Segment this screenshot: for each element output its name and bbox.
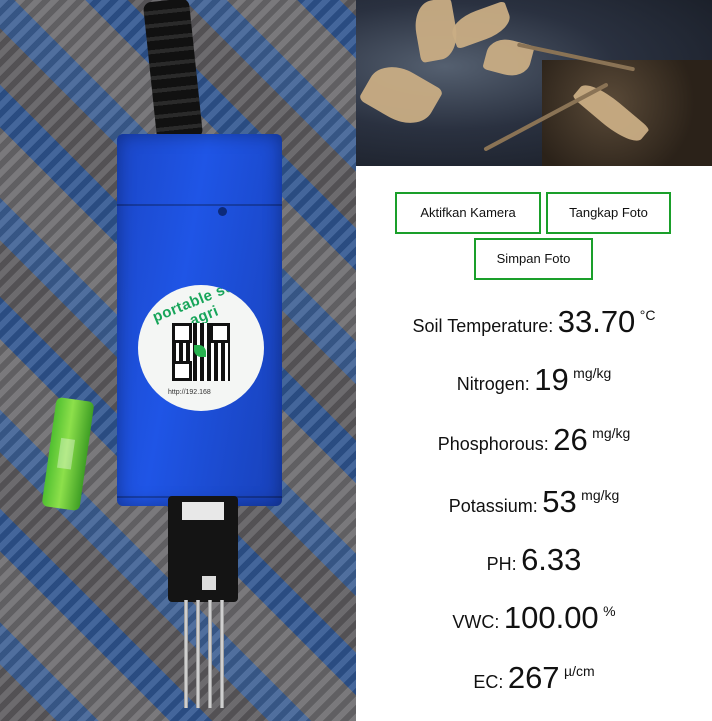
label-url: http://192.168 [168,389,211,396]
reading-nitrogen: Nitrogen: 19 mg/kg [356,362,712,398]
reading-unit: mg/kg [573,365,612,381]
reading-value: 6.33 [521,542,582,577]
reading-label: Phosphorous: [437,434,549,454]
qr-code [172,323,230,381]
reading-vwc: VWC: 100.00 % [356,600,712,636]
camera-preview [356,0,712,166]
reading-value: 26 [553,422,588,457]
device-label: portable soil agri http://192.168 [138,285,264,411]
capture-photo-button[interactable]: Tangkap Foto [546,192,671,234]
reading-label: PH: [486,554,517,574]
reading-value: 100.00 [503,600,599,635]
reading-unit: °C [639,307,656,323]
reading-value: 267 [507,660,560,695]
reading-unit: µ/cm [564,663,595,679]
reading-label: EC: [473,672,504,692]
battery [41,396,95,512]
sensor-cable [142,0,204,143]
reading-unit: % [603,603,616,619]
dry-leaf [411,0,461,64]
probe-pin [184,600,188,708]
leaf-icon [194,345,206,357]
probe-pin [220,600,224,708]
reading-label: Nitrogen: [456,374,530,394]
reading-soil-temperature: Soil Temperature: 33.70 °C [356,304,712,340]
device-photo: portable soil agri http://192.168 [0,0,356,721]
save-photo-button[interactable]: Simpan Foto [474,238,593,280]
probe-pin [208,600,212,708]
reading-phosphorous: Phosphorous: 26 mg/kg [356,422,712,458]
reading-label: VWC: [452,612,500,632]
dry-leaf [358,55,444,135]
reading-value: 53 [542,484,577,519]
activate-camera-button[interactable]: Aktifkan Kamera [395,192,541,234]
reading-ec: EC: 267 µ/cm [356,660,712,696]
reading-unit: mg/kg [581,487,620,503]
probe-sticker [182,502,224,520]
reading-potassium: Potassium: 53 mg/kg [356,484,712,520]
sensor-probe [168,496,238,602]
reading-label: Potassium: [448,496,538,516]
probe-pin [196,600,200,708]
reading-value: 19 [534,362,569,397]
reading-label: Soil Temperature: [412,316,554,336]
probe-qr [202,576,216,590]
reading-ph: PH: 6.33 [356,542,712,578]
reading-value: 33.70 [557,304,636,339]
reading-unit: mg/kg [592,425,631,441]
dry-leaf [482,34,535,81]
bag-hole [218,207,227,216]
